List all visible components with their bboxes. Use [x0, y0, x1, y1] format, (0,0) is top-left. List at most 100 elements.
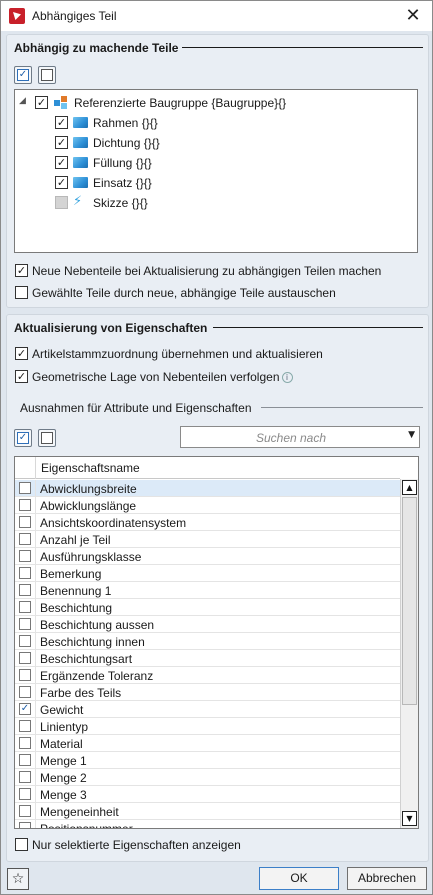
list-item[interactable]: Ansichtskoordinatensystem [15, 514, 401, 531]
list-item[interactable]: Beschichtung [15, 599, 401, 616]
uncheck-all-button[interactable] [38, 66, 56, 84]
column-header-property-name[interactable]: Eigenschaftsname [41, 461, 140, 475]
list-item[interactable]: Menge 1 [15, 752, 401, 769]
row-checkbox[interactable] [19, 550, 31, 562]
check-all-icon: ✓ [17, 69, 29, 81]
article-master-checkbox[interactable] [15, 347, 28, 360]
app-logo-icon [9, 8, 25, 24]
uncheck-all-properties-button[interactable] [38, 429, 56, 447]
scroll-thumb[interactable] [402, 497, 417, 705]
row-checkbox[interactable] [19, 499, 31, 511]
tree-item-checkbox-rahmen[interactable] [55, 116, 68, 129]
collapse-arrow-icon[interactable]: ◢ [19, 96, 26, 106]
row-checkbox[interactable] [19, 482, 31, 494]
list-item[interactable]: Menge 2 [15, 769, 401, 786]
check-all-properties-button[interactable]: ✓ [14, 429, 32, 447]
row-separator [35, 514, 36, 531]
list-item[interactable]: Mengeneinheit [15, 803, 401, 820]
tree-root-label[interactable]: Referenzierte Baugruppe {Baugruppe}{} [74, 96, 286, 110]
replace-parts-label[interactable]: Gewählte Teile durch neue, abhängige Tei… [32, 286, 336, 300]
list-item[interactable]: Beschichtungsart [15, 650, 401, 667]
replace-parts-checkbox[interactable] [15, 286, 28, 299]
cancel-button[interactable]: Abbrechen [347, 867, 427, 890]
tree-item-checkbox-einsatz[interactable] [55, 176, 68, 189]
row-checkbox[interactable] [19, 720, 31, 732]
row-checkbox[interactable] [19, 754, 31, 766]
row-separator [35, 769, 36, 786]
uncheck-all-icon [41, 69, 53, 81]
show-selected-checkbox[interactable] [15, 838, 28, 851]
row-separator [35, 803, 36, 820]
list-item[interactable]: Abwicklungsbreite [15, 480, 401, 497]
row-checkbox[interactable] [19, 533, 31, 545]
row-checkbox[interactable]: ✓ [19, 703, 31, 715]
row-separator [35, 650, 36, 667]
list-item[interactable]: Linientyp [15, 718, 401, 735]
list-item[interactable]: Abwicklungslänge [15, 497, 401, 514]
row-checkbox[interactable] [19, 669, 31, 681]
search-placeholder: Suchen nach [255, 431, 327, 445]
list-item[interactable]: Menge 3 [15, 786, 401, 803]
row-checkbox[interactable] [19, 822, 31, 828]
row-checkbox[interactable] [19, 686, 31, 698]
row-label: Ausführungsklasse [40, 550, 142, 564]
row-checkbox[interactable] [19, 788, 31, 800]
row-checkbox[interactable] [19, 618, 31, 630]
tree-root-checkbox[interactable] [35, 96, 48, 109]
list-item[interactable]: Bemerkung [15, 565, 401, 582]
tree-item-label[interactable]: Einsatz {}{} [93, 176, 152, 190]
list-item[interactable]: Beschichtung aussen [15, 616, 401, 633]
search-combobox[interactable]: Suchen nach ▼ [180, 426, 420, 448]
tree-item-label[interactable]: Rahmen {}{} [93, 116, 158, 130]
list-item[interactable]: Ergänzende Toleranz [15, 667, 401, 684]
list-item[interactable]: Material [15, 735, 401, 752]
track-position-checkbox[interactable] [15, 370, 28, 383]
row-checkbox[interactable] [19, 805, 31, 817]
row-checkbox[interactable] [19, 771, 31, 783]
track-position-label[interactable]: Geometrische Lage von Nebenteilen verfol… [32, 370, 293, 384]
info-icon[interactable]: i [281, 372, 293, 383]
row-label: Ergänzende Toleranz [40, 669, 154, 683]
article-master-label[interactable]: Artikelstammzuordnung übernehmen und akt… [32, 347, 323, 361]
tree-item-label[interactable]: Füllung {}{} [93, 156, 152, 170]
row-checkbox[interactable] [19, 635, 31, 647]
close-button[interactable]: ✕ [402, 5, 424, 27]
scroll-down-button[interactable]: ▼ [402, 811, 417, 826]
show-selected-label[interactable]: Nur selektierte Eigenschaften anzeigen [32, 838, 241, 852]
tree-item-checkbox-fuellung[interactable] [55, 156, 68, 169]
row-checkbox[interactable] [19, 567, 31, 579]
list-item[interactable]: Beschichtung innen [15, 633, 401, 650]
row-separator [35, 565, 36, 582]
tree-item-checkbox-dichtung[interactable] [55, 136, 68, 149]
section2-divider [213, 327, 423, 328]
list-body: Abwicklungsbreite Abwicklungslänge Ansicht… [15, 480, 401, 828]
row-checkbox[interactable] [19, 601, 31, 613]
ok-button[interactable]: OK [259, 867, 339, 890]
list-item[interactable]: Ausführungsklasse [15, 548, 401, 565]
row-checkbox[interactable] [19, 516, 31, 528]
tree-item-label[interactable]: Dichtung {}{} [93, 136, 160, 150]
vertical-scrollbar[interactable]: ▲ ▼ [400, 479, 418, 828]
row-checkbox[interactable] [19, 737, 31, 749]
part-icon [73, 157, 88, 168]
list-item[interactable]: Farbe des Teils [15, 684, 401, 701]
row-checkbox[interactable] [19, 584, 31, 596]
row-checkbox[interactable] [19, 652, 31, 664]
new-subparts-checkbox[interactable] [15, 264, 28, 277]
row-separator [35, 718, 36, 735]
new-subparts-label[interactable]: Neue Nebenteile bei Aktualisierung zu ab… [32, 264, 381, 278]
row-label: Mengeneinheit [40, 805, 119, 819]
sketch-icon: ⚡ [73, 194, 83, 209]
favorites-star-icon[interactable]: ☆ [7, 868, 29, 890]
row-label: Gewicht [40, 703, 84, 717]
list-item[interactable]: Positionsnummer [15, 820, 401, 828]
list-item[interactable]: Benennung 1 [15, 582, 401, 599]
row-separator [35, 735, 36, 752]
scroll-up-button[interactable]: ▲ [402, 480, 417, 495]
list-item[interactable]: Anzahl je Teil [15, 531, 401, 548]
check-all-button[interactable]: ✓ [14, 66, 32, 84]
dropdown-arrow-icon[interactable]: ▼ [408, 430, 415, 440]
assembly-icon [54, 96, 67, 109]
tree-item-label[interactable]: Skizze {}{} [93, 196, 148, 210]
list-item[interactable]: ✓ Gewicht [15, 701, 401, 718]
